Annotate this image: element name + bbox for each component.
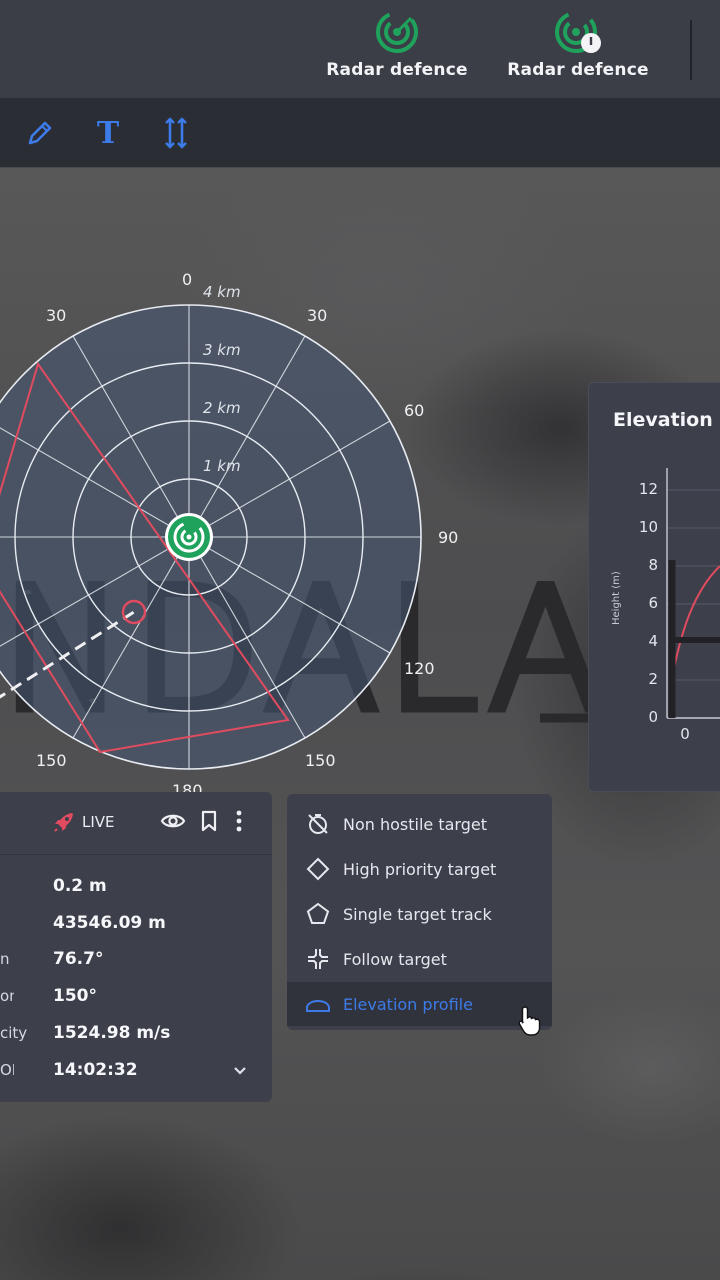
radar-alert-icon bbox=[555, 11, 601, 53]
range-label: 1 km bbox=[203, 457, 241, 475]
text-tool-icon: T bbox=[96, 115, 120, 151]
live-status: LIVE bbox=[52, 810, 115, 834]
live-label: LIVE bbox=[82, 813, 115, 831]
range-label: 4 km bbox=[203, 283, 241, 301]
target-value: 43546.09 m bbox=[53, 913, 166, 933]
y-tick: 6 bbox=[648, 594, 658, 612]
target-value: 150° bbox=[53, 986, 97, 1006]
bearing-label: 30 bbox=[46, 306, 67, 325]
y-tick: 12 bbox=[638, 480, 658, 498]
y-tick: 2 bbox=[648, 670, 658, 688]
pentagon-icon bbox=[303, 902, 333, 926]
bearing-label: 0 bbox=[182, 270, 193, 289]
expand-chevron-icon[interactable] bbox=[232, 1064, 248, 1076]
target-field-label: city bbox=[0, 1024, 28, 1042]
crosshair-icon bbox=[303, 947, 333, 971]
pencil-tool[interactable] bbox=[22, 115, 58, 151]
more-options-button[interactable] bbox=[226, 808, 252, 834]
target-field-label: OI bbox=[0, 1061, 14, 1079]
rocket-icon bbox=[54, 813, 73, 832]
menu-item-elevation-profile[interactable]: Elevation profile bbox=[287, 982, 552, 1026]
bookmark-icon bbox=[201, 810, 217, 832]
resize-tool[interactable] bbox=[158, 115, 194, 151]
bearing-label: 150 bbox=[305, 751, 336, 770]
elevation-icon bbox=[303, 994, 333, 1014]
target-field-label: on bbox=[0, 987, 14, 1005]
diamond-icon bbox=[303, 857, 333, 881]
menu-item-high-priority-target[interactable]: High priority target bbox=[287, 847, 552, 891]
menu-item-follow-target[interactable]: Follow target bbox=[287, 937, 552, 981]
target-info-header: LIVE bbox=[0, 792, 272, 855]
target-context-menu: Non hostile target High priority target … bbox=[287, 794, 552, 1030]
elevation-title: Elevation bbox=[613, 409, 713, 431]
target-info-panel: LIVE 0.2 m 43546.09 m n 76.7° on 150° ci… bbox=[0, 792, 272, 1102]
hand-cursor-icon bbox=[518, 1006, 541, 1036]
menu-item-non-hostile-target[interactable]: Non hostile target bbox=[287, 802, 552, 846]
radar-defence-button[interactable]: Radar defence bbox=[317, 10, 477, 92]
vertical-resize-icon bbox=[165, 117, 187, 149]
x-tick: 0 bbox=[680, 725, 690, 743]
y-axis-label: Height (m) bbox=[611, 571, 622, 625]
y-tick: 0 bbox=[648, 708, 658, 726]
text-tool[interactable]: T bbox=[90, 115, 126, 151]
bookmark-button[interactable] bbox=[196, 808, 222, 834]
target-value: 14:02:32 bbox=[53, 1060, 138, 1080]
pencil-icon bbox=[28, 121, 52, 145]
bearing-label: 90 bbox=[438, 528, 459, 547]
target-value: 1524.98 m/s bbox=[53, 1023, 171, 1043]
menu-item-single-target-track[interactable]: Single target track bbox=[287, 892, 552, 936]
range-label: 3 km bbox=[203, 341, 241, 359]
y-tick: 10 bbox=[638, 518, 658, 536]
radar-defence-label: Radar defence bbox=[507, 60, 649, 80]
bearing-label: 150 bbox=[36, 751, 67, 770]
kebab-menu-icon bbox=[236, 810, 242, 832]
radar-defence-label: Radar defence bbox=[326, 60, 468, 80]
y-tick: 4 bbox=[648, 632, 658, 650]
bearing-label: 60 bbox=[404, 401, 425, 420]
eye-icon bbox=[160, 814, 186, 828]
target-value: 0.2 m bbox=[53, 876, 107, 896]
target-field-label: n bbox=[0, 950, 10, 968]
target-value: 76.7° bbox=[53, 949, 104, 969]
non-hostile-icon bbox=[303, 812, 333, 836]
y-tick: 8 bbox=[648, 556, 658, 574]
radar-defence-alert-button[interactable]: Radar defence bbox=[498, 10, 658, 92]
bearing-label: 30 bbox=[307, 306, 328, 325]
drawing-toolbar: T bbox=[0, 99, 720, 167]
radar-icon bbox=[376, 11, 418, 53]
range-label: 2 km bbox=[203, 399, 241, 417]
visibility-toggle[interactable] bbox=[160, 808, 186, 834]
bearing-label: 120 bbox=[404, 659, 435, 678]
header-divider bbox=[690, 20, 692, 80]
top-bar: Radar defence Radar defence bbox=[0, 0, 720, 99]
